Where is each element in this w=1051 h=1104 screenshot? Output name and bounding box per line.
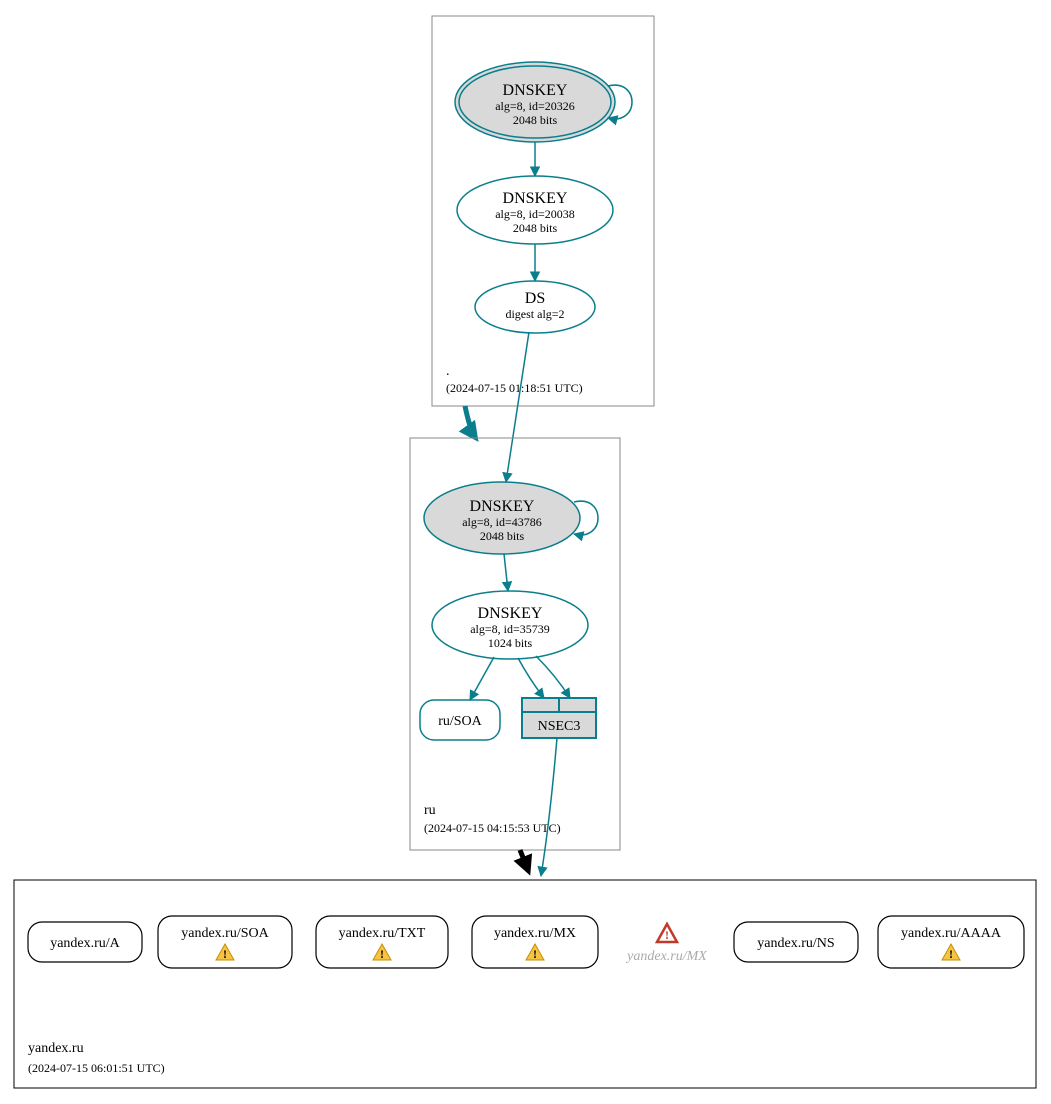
ru-zsk-title: DNSKEY [478,605,543,622]
svg-text:!: ! [223,947,227,961]
rrset-mx-ghost: ! yandex.ru/MX [625,924,707,964]
rrset-mx-label: yandex.ru/MX [494,926,576,941]
rrset-ns: yandex.ru/NS [734,922,858,962]
rrset-aaaa: yandex.ru/AAAA ! [878,916,1024,968]
ru-zsk-line1: alg=8, id=35739 [470,622,550,636]
rrset-mx: yandex.ru/MX ! [472,916,598,968]
root-ds: DS digest alg=2 [475,281,595,333]
edge-ru-zsk-nsec3-b [536,656,570,698]
rrset-ns-label: yandex.ru/NS [757,936,834,951]
root-zsk: DNSKEY alg=8, id=20038 2048 bits [457,176,613,244]
rrset-soa: yandex.ru/SOA ! [158,916,292,968]
zone-ru-label: ru [424,803,436,818]
edge-root-to-ru-zone [465,406,475,437]
edge-root-ds-to-ru-ksk [506,332,529,482]
ru-ksk-line2: 2048 bits [480,529,525,543]
root-ksk-title: DNSKEY [503,82,568,99]
edge-ru-to-yandex-zone [520,850,528,870]
ru-zsk: DNSKEY alg=8, id=35739 1024 bits [432,591,588,659]
zone-root-timestamp: (2024-07-15 01:18:51 UTC) [446,381,583,395]
svg-text:!: ! [533,947,537,961]
rrset-a-label: yandex.ru/A [50,936,120,951]
error-icon: ! [657,924,677,942]
root-zsk-line2: 2048 bits [513,221,558,235]
zone-yandex-label: yandex.ru [28,1041,84,1056]
zone-yandex-timestamp: (2024-07-15 06:01:51 UTC) [28,1061,165,1075]
root-zsk-title: DNSKEY [503,190,568,207]
svg-text:!: ! [380,947,384,961]
root-ds-title: DS [525,290,545,307]
root-ksk-line1: alg=8, id=20326 [495,99,575,113]
edge-ru-nsec3-to-yandex [541,738,557,876]
ru-soa: ru/SOA [420,700,500,740]
rrset-soa-label: yandex.ru/SOA [181,926,269,941]
ru-zsk-line2: 1024 bits [488,636,533,650]
zone-ru: ru (2024-07-15 04:15:53 UTC) DNSKEY alg=… [410,438,620,850]
ru-nsec3-label: NSEC3 [538,719,581,734]
rrset-txt-label: yandex.ru/TXT [339,926,426,941]
ru-ksk: DNSKEY alg=8, id=43786 2048 bits [424,482,580,554]
zone-yandex: yandex.ru (2024-07-15 06:01:51 UTC) yand… [14,880,1036,1088]
edge-ru-ksk-zsk [504,554,508,591]
rrset-txt: yandex.ru/TXT ! [316,916,448,968]
root-zsk-line1: alg=8, id=20038 [495,207,575,221]
edge-ru-zsk-nsec3-a [518,658,544,698]
zone-root: . (2024-07-15 01:18:51 UTC) DNSKEY alg=8… [432,16,654,406]
rrset-a: yandex.ru/A [28,922,142,962]
ru-ksk-title: DNSKEY [470,498,535,515]
zone-root-label: . [446,364,450,379]
svg-text:!: ! [665,928,669,942]
svg-text:!: ! [949,947,953,961]
rrset-mx-ghost-label: yandex.ru/MX [625,949,707,964]
ru-nsec3: NSEC3 [522,698,596,738]
dnssec-graph: . (2024-07-15 01:18:51 UTC) DNSKEY alg=8… [0,0,1051,1104]
root-ksk: DNSKEY alg=8, id=20326 2048 bits [455,62,615,142]
root-ksk-line2: 2048 bits [513,113,558,127]
root-ds-line1: digest alg=2 [505,307,564,321]
ru-ksk-line1: alg=8, id=43786 [462,515,542,529]
rrset-aaaa-label: yandex.ru/AAAA [901,926,1002,941]
ru-soa-label: ru/SOA [438,714,482,729]
zone-ru-timestamp: (2024-07-15 04:15:53 UTC) [424,821,561,835]
edge-ru-zsk-soa [470,657,494,700]
